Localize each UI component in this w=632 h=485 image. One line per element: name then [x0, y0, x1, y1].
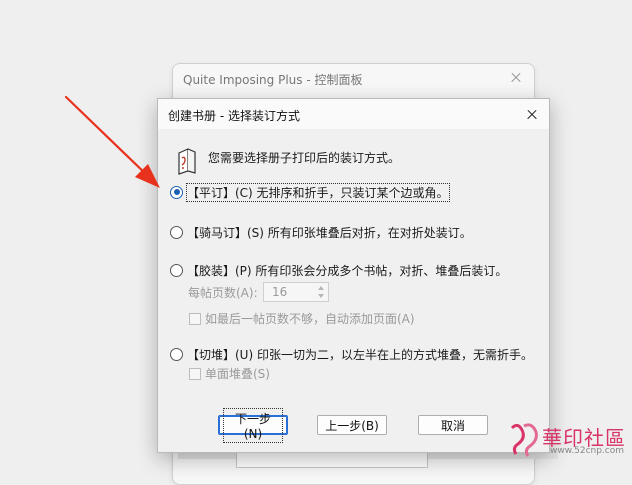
signature-pages-label: 每帖页数(A):: [188, 286, 258, 300]
next-button[interactable]: 下一步(N): [218, 407, 288, 443]
dialog-title: 创建书册 - 选择装订方式: [168, 109, 300, 123]
radio-saddle-stitch[interactable]: [170, 225, 183, 239]
option-perfect-stack[interactable]: 【平订】(C) 无排序和折手，只装订某个边或角。: [170, 182, 450, 202]
watermark-logo-icon: [510, 423, 538, 457]
back-button-label: 上一步(B): [325, 418, 379, 433]
background-window-close-icon[interactable]: [506, 68, 526, 88]
signature-pages-value: 16: [272, 285, 288, 299]
option-perfect-stack-label: 【平订】(C) 无排序和折手，只装订某个边或角。: [186, 182, 450, 202]
radio-cut-stack[interactable]: [170, 347, 183, 361]
stepper-down-icon[interactable]: [316, 292, 326, 300]
option-saddle-stitch[interactable]: 【骑马订】(S) 所有印张堆叠后对折，在对折处装订。: [170, 223, 472, 241]
background-window-titlebar: Quite Imposing Plus - 控制面板: [173, 64, 534, 94]
close-icon[interactable]: [521, 104, 543, 124]
option-saddle-stitch-label: 【骑马订】(S) 所有印张堆叠后对折，在对折处装订。: [187, 225, 472, 240]
intro-text: 您需要选择册子打印后的装订方式。: [208, 151, 401, 165]
cancel-button-label: 取消: [440, 418, 465, 433]
watermark-url: www.52cnp.com: [550, 446, 625, 456]
binding-method-dialog: 创建书册 - 选择装订方式 您需要选择册子打印后的装订方式。 【平订】(C) 无…: [157, 98, 550, 453]
cancel-button[interactable]: 取消: [418, 415, 488, 435]
back-button[interactable]: 上一步(B): [317, 415, 387, 435]
background-window-field: [236, 452, 428, 468]
next-button-label: 下一步(N): [223, 407, 283, 443]
option-cut-stack-label: 【切堆】(U) 印张一切为二，以左半在上的方式堆叠，无需折手。: [187, 347, 533, 362]
single-stack-checkbox[interactable]: [189, 367, 201, 380]
single-stack-checkbox-row[interactable]: 单面堆叠(S): [189, 365, 270, 382]
signature-pages-stepper[interactable]: 16: [263, 282, 329, 302]
option-perfect-bound[interactable]: 【胶装】(P) 所有印张会分成多个书帖，对折、堆叠后装订。: [170, 261, 507, 279]
radio-perfect-stack[interactable]: [170, 185, 183, 199]
dialog-titlebar: 创建书册 - 选择装订方式: [158, 99, 549, 129]
radio-perfect-bound[interactable]: [170, 263, 183, 277]
auto-add-pages-checkbox[interactable]: [189, 312, 201, 325]
watermark: 華印社區 www.52cnp.com: [508, 420, 632, 459]
option-cut-stack[interactable]: 【切堆】(U) 印张一切为二，以左半在上的方式堆叠，无需折手。: [170, 345, 533, 363]
option-perfect-bound-label: 【胶装】(P) 所有印张会分成多个书帖，对折、堆叠后装订。: [187, 263, 508, 278]
auto-add-pages-checkbox-row[interactable]: 如最后一帖页数不够，自动添加页面(A): [189, 310, 415, 327]
single-stack-label: 单面堆叠(S): [205, 367, 270, 381]
stepper-up-icon[interactable]: [316, 284, 326, 292]
auto-add-pages-label: 如最后一帖页数不够，自动添加页面(A): [205, 312, 415, 326]
booklet-icon: [178, 148, 196, 175]
background-window-title: Quite Imposing Plus - 控制面板: [183, 73, 363, 87]
